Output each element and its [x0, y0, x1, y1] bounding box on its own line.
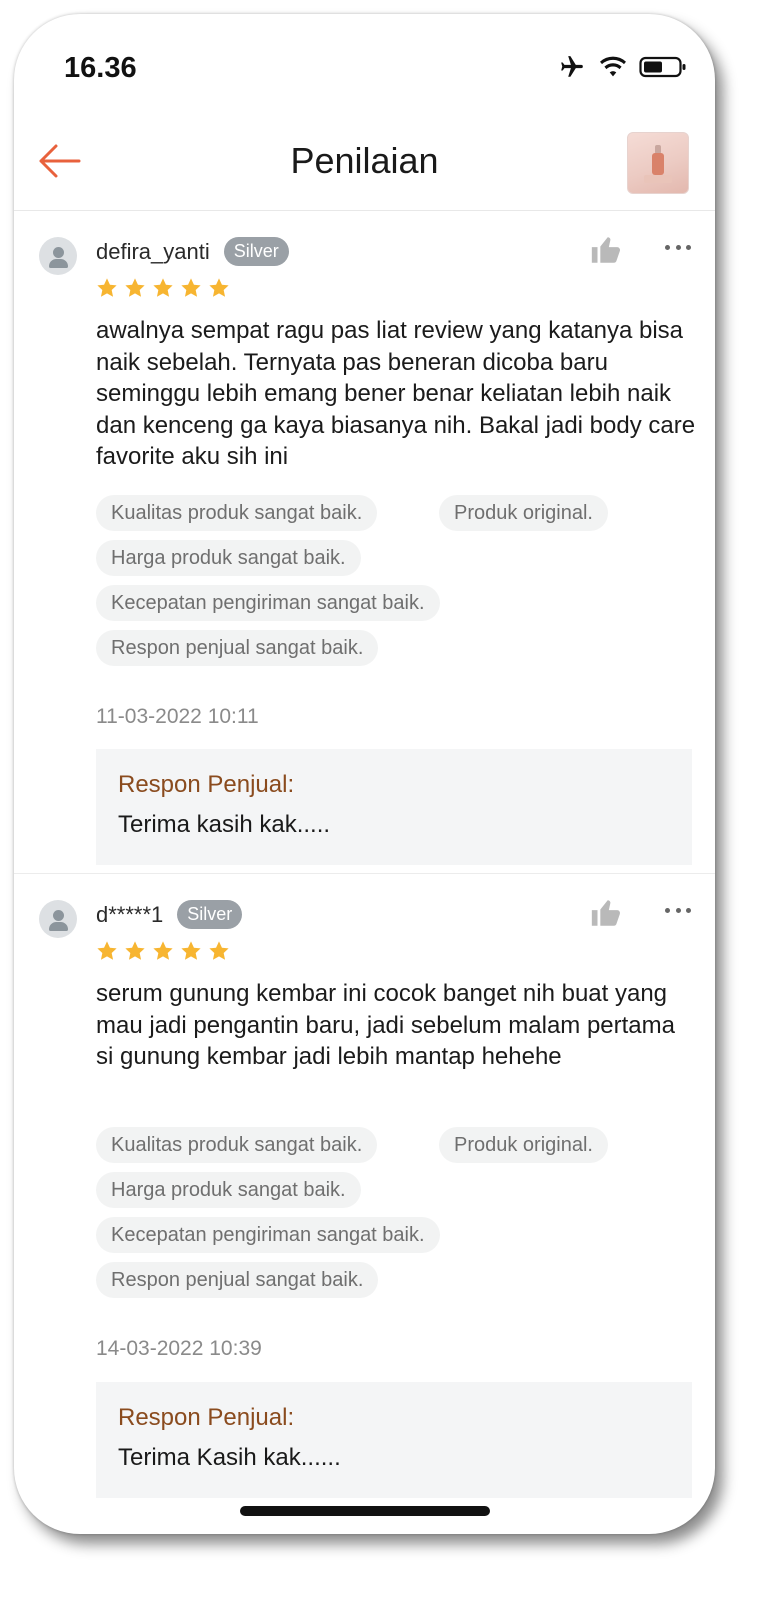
tag-chip: Produk original. [439, 495, 608, 531]
more-options-icon[interactable] [665, 241, 691, 253]
star-icon [209, 941, 229, 960]
seller-response-text: Terima kasih kak..... [118, 811, 331, 838]
tag-chip: Respon penjual sangat baik. [96, 1262, 379, 1298]
thumbs-up-icon[interactable] [589, 896, 623, 930]
star-icon [181, 941, 201, 960]
review-date: 14-03-2022 10:39 [96, 1337, 262, 1360]
airplane-icon [561, 56, 583, 77]
member-badge: Silver [223, 237, 289, 266]
star-icon [181, 278, 201, 297]
tag-chip: Kecepatan pengiriman sangat baik. [96, 585, 440, 621]
thumbs-up-icon[interactable] [589, 233, 623, 267]
tag-chip: Kualitas produk sangat baik. [96, 495, 378, 531]
product-thumbnail[interactable] [627, 132, 689, 194]
page-title: Penilaian [290, 140, 439, 181]
more-options-icon[interactable] [665, 904, 691, 916]
status-icons [557, 54, 687, 80]
review-comment: serum gunung kembar ini cocok banget nih… [96, 980, 675, 1070]
phone-screen: 16.36 Penilaian defira_yanti Silver awaln… [14, 14, 715, 1534]
wifi-icon [600, 56, 626, 77]
review-item: d*****1 Silver serum gunung kembar ini co… [14, 874, 715, 1534]
seller-response: Respon Penjual: Terima Kasih kak...... [96, 1382, 692, 1498]
review-comment: awalnya sempat ragu pas liat review yang… [96, 317, 696, 470]
tag-chip: Harga produk sangat baik. [96, 540, 361, 576]
tag-chip: Kecepatan pengiriman sangat baik. [96, 1217, 440, 1253]
avatar[interactable] [39, 900, 77, 938]
reviewer-name: defira_yanti Silver [96, 237, 289, 266]
star-icon [125, 941, 145, 960]
star-rating [96, 940, 230, 962]
seller-response: Respon Penjual: Terima kasih kak..... [96, 749, 692, 865]
status-time: 16.36 [64, 52, 137, 84]
battery-icon [639, 56, 686, 78]
star-icon [125, 278, 145, 297]
star-icon [97, 278, 117, 297]
seller-response-text: Terima Kasih kak...... [118, 1444, 341, 1471]
app-header: Penilaian [14, 110, 715, 211]
star-icon [153, 941, 173, 960]
home-indicator[interactable] [240, 1506, 490, 1516]
star-rating [96, 277, 230, 299]
review-date: 11-03-2022 10:11 [96, 705, 259, 728]
seller-response-label: Respon Penjual: [118, 771, 295, 798]
reviewer-name: d*****1 Silver [96, 900, 243, 929]
tag-chip: Kualitas produk sangat baik. [96, 1127, 378, 1163]
seller-response-label: Respon Penjual: [118, 1404, 295, 1431]
member-badge: Silver [177, 900, 243, 929]
star-icon [209, 278, 229, 297]
tag-chip: Produk original. [439, 1127, 608, 1163]
review-item: defira_yanti Silver awalnya sempat ragu p… [14, 211, 715, 874]
avatar[interactable] [39, 237, 77, 275]
tag-chip: Respon penjual sangat baik. [96, 630, 379, 666]
star-icon [153, 278, 173, 297]
tag-chip: Harga produk sangat baik. [96, 1172, 361, 1208]
star-icon [97, 941, 117, 960]
